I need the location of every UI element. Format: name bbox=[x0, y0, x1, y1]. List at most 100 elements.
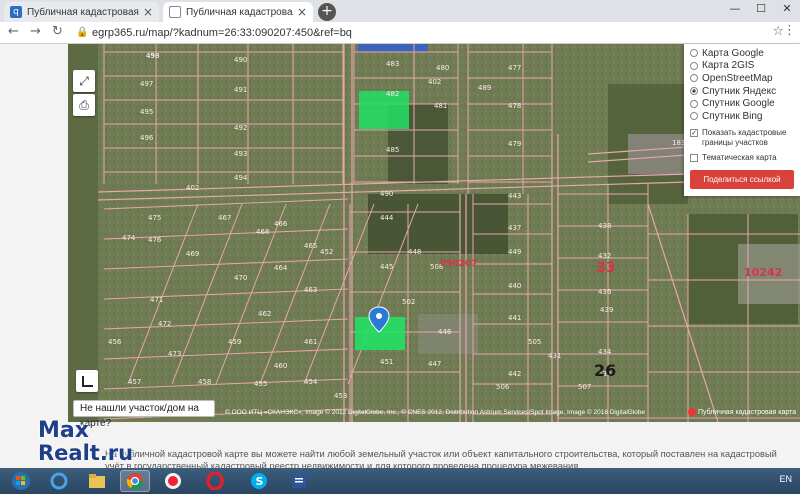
language-indicator[interactable]: EN bbox=[779, 474, 792, 484]
road-label: 402 bbox=[186, 184, 199, 192]
plot-number-label: 447 bbox=[428, 360, 441, 368]
layer-option-3[interactable]: Спутник Яндекс bbox=[690, 85, 794, 98]
close-window-icon[interactable]: ✕ bbox=[774, 0, 800, 20]
browser-tab-2[interactable]: Публичная кадастровая карта × bbox=[163, 2, 313, 22]
reload-icon[interactable]: ↻ bbox=[52, 24, 63, 39]
not-found-button[interactable]: Не нашли участок/дом на карте? bbox=[73, 400, 215, 429]
layer-option-1[interactable]: Карта 2GIS bbox=[690, 60, 794, 73]
layers-toggle-button[interactable] bbox=[76, 370, 98, 392]
show-borders-label: Показать кадастровые границы участков bbox=[702, 127, 787, 147]
public-map-label[interactable]: Публичная кадастровая карта bbox=[688, 408, 796, 416]
new-tab-button[interactable]: + bbox=[318, 3, 336, 21]
plot-number-label: 445 bbox=[380, 263, 393, 271]
radio-icon bbox=[690, 74, 698, 83]
plot-number-label: 440 bbox=[508, 282, 521, 290]
plot-number-label: 442 bbox=[508, 370, 521, 378]
plot-number-label: 471 bbox=[150, 296, 163, 304]
skype-taskbar-icon[interactable]: S bbox=[244, 470, 274, 492]
plot-number-label: 444 bbox=[380, 214, 394, 222]
minimize-icon[interactable]: — bbox=[722, 0, 748, 20]
browser-menu-icon[interactable]: ⋮ bbox=[783, 23, 796, 38]
url-text: egrp365.ru/map/?kadnum=26:33:090207:450&… bbox=[92, 27, 352, 39]
start-button[interactable] bbox=[6, 470, 36, 492]
checkbox-checked-icon: ✓ bbox=[690, 128, 698, 137]
opera-taskbar-icon[interactable] bbox=[200, 470, 230, 492]
plot-number-label: 469 bbox=[186, 250, 199, 258]
plot-number-label: 437 bbox=[508, 224, 521, 232]
plot-number-label: 436 bbox=[598, 288, 612, 296]
plot-number-label: 490 bbox=[380, 190, 393, 198]
map-pin-dot bbox=[376, 313, 382, 319]
plot-number-label: 494 bbox=[234, 174, 248, 182]
layer-option-5[interactable]: Спутник Bing bbox=[690, 110, 794, 123]
folder-icon bbox=[89, 474, 105, 488]
chrome-taskbar-icon[interactable] bbox=[120, 470, 150, 492]
system-tray: EN bbox=[779, 474, 792, 484]
watermark-line2: Realt.ru bbox=[38, 441, 134, 465]
plot-number-label: 505 bbox=[528, 338, 541, 346]
close-tab-icon[interactable]: × bbox=[143, 5, 153, 19]
watermark-logo: Max Realt.ru bbox=[38, 418, 134, 465]
plot-number-label: 476 bbox=[148, 236, 162, 244]
plot-number-label: 432 bbox=[598, 252, 611, 260]
plot-number-label: 448 bbox=[408, 248, 421, 256]
forward-icon[interactable]: → bbox=[30, 24, 41, 39]
plot-number-label: 450 bbox=[146, 52, 159, 60]
browser-tab-1[interactable]: q Публичная кадастровая карта × bbox=[4, 2, 159, 22]
print-icon[interactable]: ⎙ bbox=[73, 94, 95, 116]
plot-number-label: 482 bbox=[386, 90, 399, 98]
watermark-line1: Max bbox=[38, 418, 89, 443]
plot-number-label: 443 bbox=[508, 192, 521, 200]
layer-option-4[interactable]: Спутник Google bbox=[690, 97, 794, 110]
layer-option-0[interactable]: Карта Google bbox=[690, 47, 794, 60]
word-taskbar-icon[interactable] bbox=[284, 470, 314, 492]
fullscreen-icon[interactable]: ⤢ bbox=[73, 70, 95, 92]
public-map-text: Публичная кадастровая карта bbox=[698, 408, 797, 416]
maximize-icon[interactable]: ☐ bbox=[748, 0, 774, 20]
plot-number-label: 497 bbox=[140, 80, 153, 88]
plot-number-label: 490 bbox=[234, 56, 247, 64]
plot-number-label: 475 bbox=[148, 214, 161, 222]
word-icon bbox=[292, 474, 306, 488]
plot-number-label: 451 bbox=[380, 358, 393, 366]
plot-number-label: 470 bbox=[234, 274, 247, 282]
layer-option-label: Спутник Bing bbox=[702, 110, 763, 122]
show-borders-checkbox[interactable]: ✓ Показать кадастровые границы участков bbox=[690, 128, 794, 148]
back-icon[interactable]: ← bbox=[8, 24, 19, 39]
layer-option-label: OpenStreetMap bbox=[702, 72, 773, 84]
url-input[interactable]: 🔒 egrp365.ru/map/?kadnum=26:33:090207:45… bbox=[74, 24, 769, 42]
plot-number-label: 456 bbox=[108, 338, 122, 346]
plot-number-label: 468 bbox=[256, 228, 269, 236]
plot-number-label: 453 bbox=[334, 392, 347, 400]
plot-number-label: 479 bbox=[508, 140, 521, 148]
checkbox-icon bbox=[690, 153, 698, 162]
layer-option-label: Карта Google bbox=[702, 47, 764, 59]
tab-title: Публичная кадастровая карта bbox=[27, 6, 139, 18]
page-content: 498 490 497 491 492 493 494 495 496 483 480 477 482 4… bbox=[0, 44, 800, 471]
layer-option-2[interactable]: OpenStreetMap bbox=[690, 72, 794, 85]
plot-number-label: 506 bbox=[496, 383, 510, 391]
explorer-taskbar-icon[interactable] bbox=[82, 470, 112, 492]
plot-number-label: 493 bbox=[234, 150, 247, 158]
cadastral-block-label: 090207 bbox=[440, 259, 478, 269]
corner-icon bbox=[81, 375, 93, 387]
yandex-browser-icon bbox=[165, 473, 181, 489]
plot-number-label: 463 bbox=[304, 286, 317, 294]
plot-number-label: 441 bbox=[508, 314, 521, 322]
plot-number-label: 452 bbox=[320, 248, 333, 256]
plot-number-label: 491 bbox=[234, 86, 247, 94]
highlighted-parcel[interactable] bbox=[359, 91, 409, 129]
thematic-map-checkbox[interactable]: Тематическая карта bbox=[690, 153, 794, 163]
cadastral-block-label: 10242 bbox=[744, 266, 782, 279]
plot-number-label: 466 bbox=[274, 220, 288, 228]
ie-taskbar-icon[interactable] bbox=[44, 470, 74, 492]
share-link-button[interactable]: Поделиться ссылкой bbox=[690, 169, 794, 189]
plot-number-label: 485 bbox=[386, 146, 399, 154]
plot-number-label: 402 bbox=[428, 78, 441, 86]
plot-number-label: 454 bbox=[304, 378, 318, 386]
plot-number-label: 446 bbox=[438, 328, 452, 336]
close-tab-icon[interactable]: × bbox=[297, 5, 307, 19]
plot-number-label: 438 bbox=[598, 222, 611, 230]
windows-taskbar: S EN bbox=[0, 468, 800, 494]
yandex-taskbar-icon[interactable] bbox=[158, 470, 188, 492]
